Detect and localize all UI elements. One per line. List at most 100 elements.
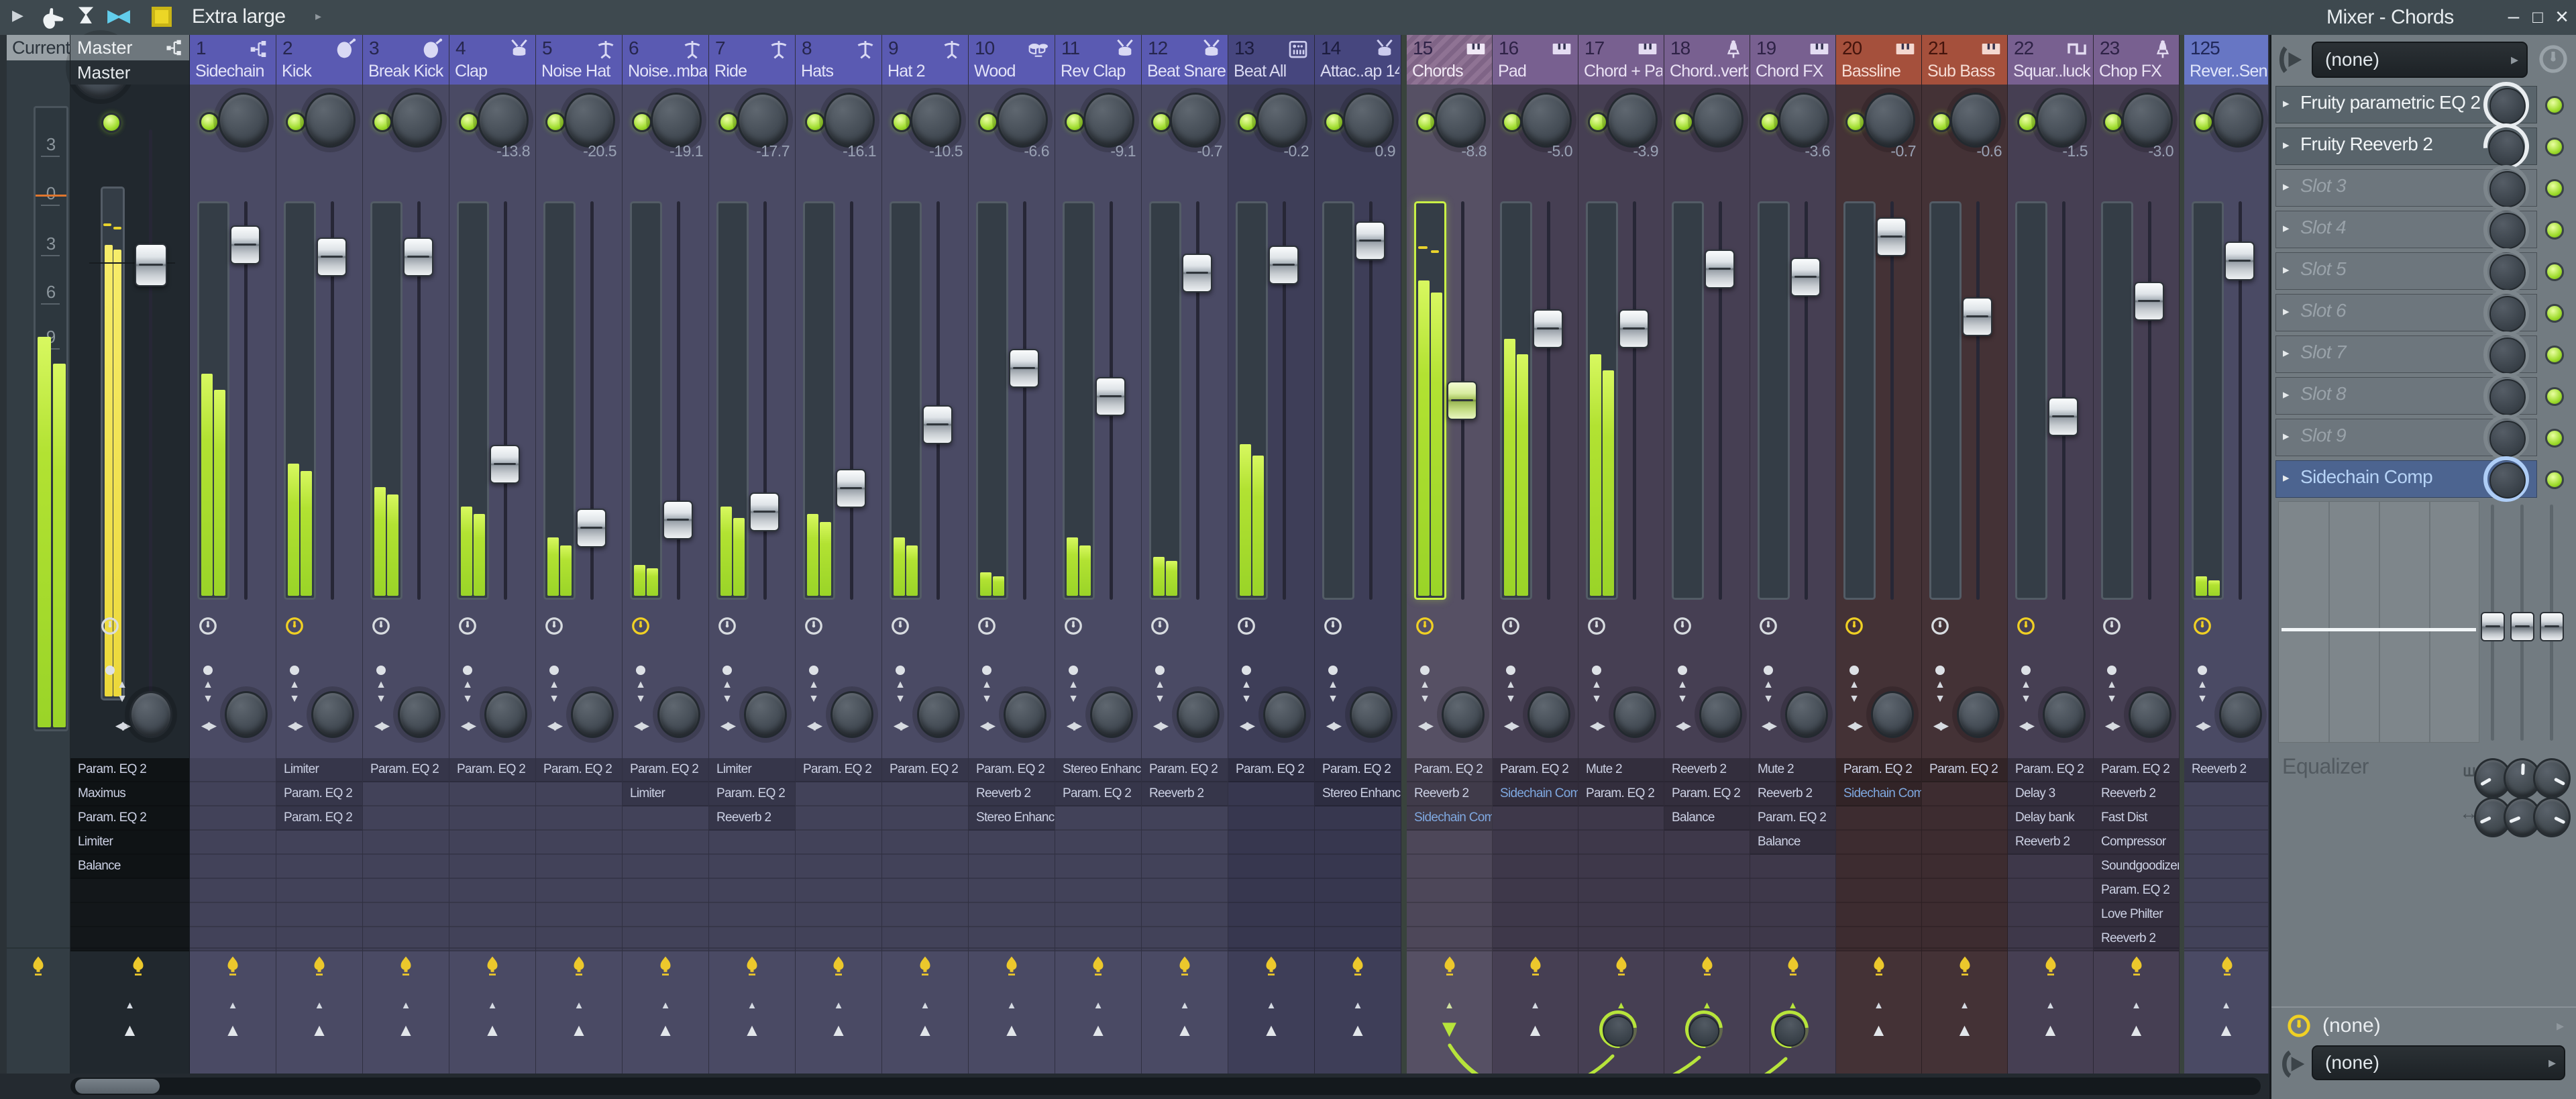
mixer-strip-master[interactable]: Master Master ▲ ▼ ◀▶ Param. EQ 2 Maximus Param.…: [70, 35, 190, 1074]
slot-mix-knob[interactable]: [2483, 456, 2529, 502]
pan-knob[interactable]: [1256, 93, 1307, 148]
plugin-slot-empty[interactable]: [1578, 855, 1664, 879]
plugin-slot-empty[interactable]: [1922, 782, 2007, 806]
plugin-slot-empty[interactable]: [1228, 782, 1314, 806]
plugin-slot-empty[interactable]: [1407, 855, 1492, 879]
send-lamp-icon[interactable]: [2041, 954, 2061, 978]
pan-knob[interactable]: [1521, 93, 1572, 148]
plugin-slot[interactable]: Limiter: [70, 831, 189, 855]
plugin-slot-empty[interactable]: [709, 831, 795, 855]
slot-mix-knob[interactable]: [2483, 165, 2529, 211]
strip-header[interactable]: 125 Rever..Send: [2184, 35, 2268, 85]
plugin-slot-empty[interactable]: [536, 782, 622, 806]
plugin-slot-empty[interactable]: [1922, 806, 2007, 831]
plugin-slot-empty[interactable]: [709, 879, 795, 903]
send-lamp-icon[interactable]: [2217, 954, 2237, 978]
polarity-clock-icon[interactable]: [1844, 616, 1864, 636]
route-up-caret-icon[interactable]: ▲: [1664, 1000, 1750, 1011]
send-lamp-icon[interactable]: [742, 954, 762, 978]
eq-band-slider-handle[interactable]: [2510, 612, 2534, 641]
volume-fader-handle[interactable]: [1533, 309, 1563, 348]
track-enable-led[interactable]: [2194, 112, 2214, 132]
plugin-slot[interactable]: Delay 3: [2008, 782, 2093, 806]
polarity-clock-icon[interactable]: [371, 616, 391, 636]
route-to-master-arrow-icon[interactable]: ▲: [276, 1020, 362, 1041]
plugin-slot-empty[interactable]: [1836, 879, 1921, 903]
send-lamp-icon[interactable]: [1175, 954, 1195, 978]
slot-mix-knob[interactable]: [2483, 82, 2529, 127]
plugin-slot-empty[interactable]: [1228, 879, 1314, 903]
mixer-strip-track-125[interactable]: 125Rever..Send▲▼◀▶Reeverb 2▲▲: [2184, 35, 2269, 1074]
fx-slot-1[interactable]: ▸ Fruity parametric EQ 2: [2275, 82, 2576, 127]
plugin-slot[interactable]: Param. EQ 2: [623, 758, 708, 782]
plugin-slot-empty[interactable]: [190, 855, 276, 879]
plugin-slot-empty[interactable]: [882, 855, 968, 879]
stereo-separation-knob[interactable]: [225, 691, 268, 738]
track-enable-led[interactable]: [978, 112, 998, 132]
plugin-slot-empty[interactable]: [969, 903, 1055, 927]
plugin-slot-empty[interactable]: [190, 831, 276, 855]
plugin-slot-empty[interactable]: [1055, 806, 1141, 831]
fx-slot-8[interactable]: ▸ Slot 8: [2275, 373, 2576, 419]
fx-slot-10[interactable]: ▸ Sidechain Comp: [2275, 456, 2576, 502]
pan-knob[interactable]: [478, 93, 529, 148]
stereo-separation-arrows[interactable]: ▲ ▼: [1584, 678, 1609, 706]
plugin-slot[interactable]: Limiter: [709, 758, 795, 782]
route-up-caret-icon[interactable]: ▲: [882, 1000, 968, 1011]
volume-fader-handle[interactable]: [749, 492, 780, 531]
stereo-separation-arrows[interactable]: ▲ ▼: [628, 678, 653, 706]
plugin-slot-empty[interactable]: [796, 831, 881, 855]
send-lamp-icon[interactable]: [2127, 954, 2147, 978]
mixer-strip-track-11[interactable]: 11 Rev Clap -9.1 ▲▼ ◀▶ Stereo Enhancer Param. …: [1055, 35, 1142, 1074]
route-up-caret-icon[interactable]: ▲: [623, 1000, 708, 1011]
track-enable-led[interactable]: [632, 112, 652, 132]
hand-drag-icon[interactable]: [38, 4, 67, 31]
stereo-separation-knob[interactable]: [1004, 691, 1046, 738]
track-enable-led[interactable]: [1502, 112, 1522, 132]
stereo-separation-arrows[interactable]: ▲ ▼: [1320, 678, 1346, 706]
route-to-master-arrow-icon[interactable]: ▲: [882, 1020, 968, 1041]
plugin-slot-empty[interactable]: [1922, 903, 2007, 927]
stereo-separation-arrows[interactable]: ▲ ▼: [368, 678, 394, 706]
mixer-strip-track-23[interactable]: 23 Chop FX -3.0 ▲ ▼ ◀▶ Param. EQ 2 Reeverb 2 Fas…: [2094, 35, 2180, 1074]
route-up-caret-icon[interactable]: ▲: [709, 1000, 795, 1011]
mixer-strip-track-14[interactable]: 14 Attac..ap 14 0.9 ▲ ▼ ◀▶ Param. EQ 2 Stereo E…: [1315, 35, 1401, 1074]
stereo-separation-arrows[interactable]: ▲ ▼: [1927, 678, 1953, 706]
pan-knob[interactable]: [1778, 93, 1829, 148]
stereo-separation-knob[interactable]: [917, 691, 960, 738]
plugin-slot-empty[interactable]: [1228, 831, 1314, 855]
plugin-slot-empty[interactable]: [1142, 855, 1228, 879]
polarity-clock-icon[interactable]: [1501, 616, 1521, 636]
plugin-slot-empty[interactable]: [536, 806, 622, 831]
stereo-pan-arrows[interactable]: ◀▶: [195, 719, 221, 733]
plugin-slot-empty[interactable]: [2184, 879, 2268, 903]
stereo-pan-arrows[interactable]: ◀▶: [1412, 719, 1438, 733]
pan-knob[interactable]: [1170, 93, 1221, 148]
plugin-slot-empty[interactable]: [449, 806, 535, 831]
send-lamp-icon[interactable]: [1440, 954, 1460, 978]
stereo-separation-knob[interactable]: [1442, 691, 1485, 738]
stereo-separation-knob[interactable]: [744, 691, 787, 738]
fx-slot-5[interactable]: ▸ Slot 5: [2275, 248, 2576, 294]
track-enable-led[interactable]: [718, 112, 739, 132]
stereo-pan-arrows[interactable]: ◀▶: [1927, 719, 1953, 733]
fader-track[interactable]: [1369, 201, 1373, 600]
plugin-slot[interactable]: Param. EQ 2: [796, 758, 881, 782]
fx-slot-6[interactable]: ▸ Slot 6: [2275, 290, 2576, 335]
mixer-strip-track-9[interactable]: 9 Hat 2 -10.5 ▲ ▼ ◀▶ Param. EQ 2 ▲ ▲: [882, 35, 969, 1074]
stereo-separation-knob[interactable]: [1177, 691, 1220, 738]
plugin-slot[interactable]: Sidechain Comp: [1493, 782, 1578, 806]
fx-slot-3[interactable]: ▸ Slot 3: [2275, 165, 2576, 211]
polarity-clock-icon[interactable]: [544, 616, 564, 636]
eq-band-slider-handle[interactable]: [2540, 612, 2564, 641]
mixer-strip-current[interactable]: Current 3 0 3 6 9: [7, 35, 70, 1074]
volume-fader-handle[interactable]: [1269, 246, 1299, 284]
slot-menu-arrow-icon[interactable]: ▸: [2283, 387, 2290, 403]
strip-header[interactable]: 3 Break Kick: [363, 35, 449, 85]
fx-slot-2[interactable]: ▸ Fruity Reeverb 2: [2275, 114, 2576, 178]
plugin-slot-empty[interactable]: [190, 758, 276, 782]
slot-menu-arrow-icon[interactable]: ▸: [2283, 304, 2290, 319]
plugin-slot[interactable]: Compressor: [2094, 831, 2179, 855]
mixer-strip-track-5[interactable]: 5 Noise Hat -20.5 ▲ ▼ ◀▶ Param. EQ 2 ▲ ▲: [536, 35, 623, 1074]
plugin-slot[interactable]: Param. EQ 2: [969, 758, 1055, 782]
